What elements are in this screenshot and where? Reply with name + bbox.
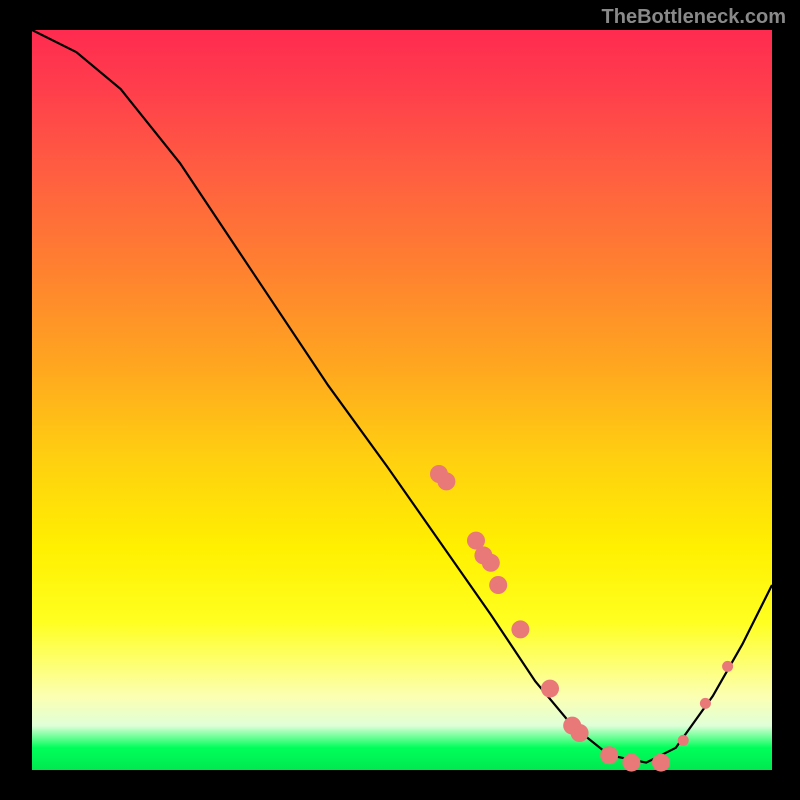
bottleneck-curve (32, 30, 772, 763)
data-point (482, 554, 500, 572)
data-point-small (678, 735, 689, 746)
watermark-text: TheBottleneck.com (602, 6, 786, 29)
data-point (541, 680, 559, 698)
data-point (622, 754, 640, 772)
data-point (652, 754, 670, 772)
chart-plot-area (32, 30, 772, 770)
data-point (511, 620, 529, 638)
chart-svg (32, 30, 772, 770)
data-point (489, 576, 507, 594)
data-point-small (722, 661, 733, 672)
data-point (600, 746, 618, 764)
data-point-small (700, 698, 711, 709)
data-points-large (430, 465, 670, 772)
data-point (571, 724, 589, 742)
data-point (437, 472, 455, 490)
